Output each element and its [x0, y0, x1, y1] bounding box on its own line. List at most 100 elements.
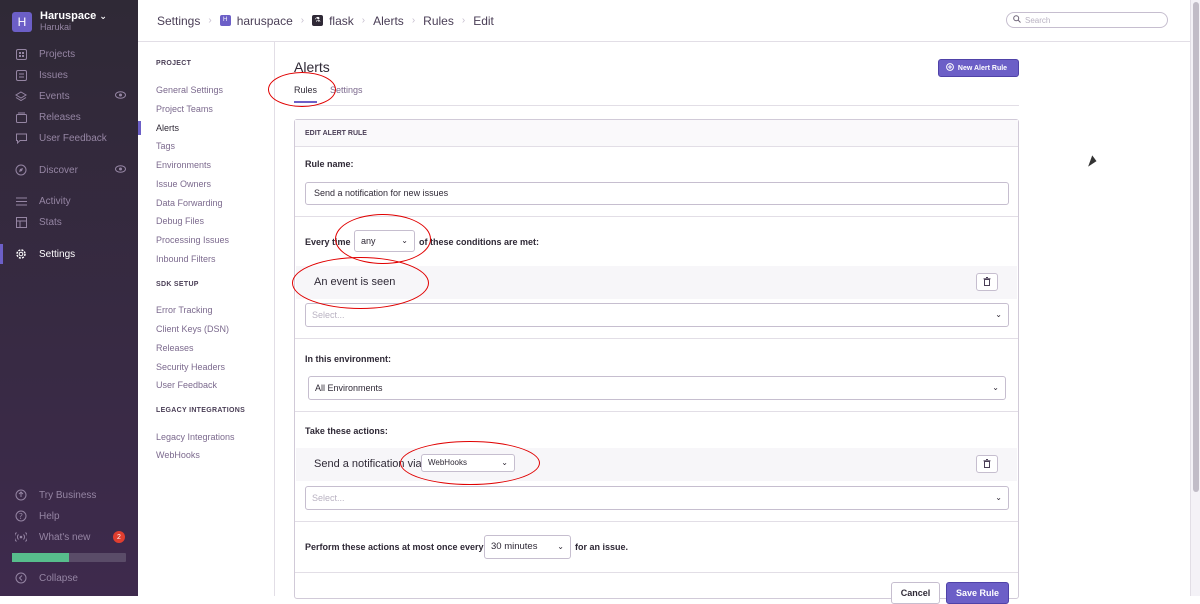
- settings-nav-item[interactable]: Debug Files: [156, 216, 204, 226]
- sidebar-item-label: User Feedback: [39, 132, 107, 144]
- sidebar-item-whats-new[interactable]: What's new 2: [0, 527, 138, 547]
- settings-nav-item[interactable]: Environments: [156, 160, 211, 170]
- settings-nav-item[interactable]: Security Headers: [156, 362, 225, 372]
- action-text: Send a notification via: [314, 458, 422, 470]
- add-condition-select[interactable]: Select... ⌄: [305, 303, 1009, 327]
- add-action-placeholder: Select...: [312, 493, 345, 503]
- settings-nav-item[interactable]: WebHooks: [156, 450, 200, 460]
- sidebar-item-settings[interactable]: Settings: [0, 244, 138, 264]
- settings-nav-item[interactable]: Data Forwarding: [156, 198, 223, 208]
- sidebar-item-projects[interactable]: Projects: [0, 44, 138, 64]
- mouse-cursor-icon: [1088, 155, 1098, 169]
- panel-header: EDIT ALERT RULE: [295, 120, 1018, 147]
- breadcrumb-rules[interactable]: Rules: [423, 14, 454, 28]
- help-icon: ?: [15, 510, 27, 522]
- settings-nav-item[interactable]: Project Teams: [156, 104, 213, 114]
- chevron-right-icon: ›: [208, 15, 212, 26]
- settings-nav: PROJECT General Settings Project Teams A…: [137, 42, 275, 596]
- sidebar-item-events[interactable]: Events: [0, 86, 138, 106]
- settings-nav-item[interactable]: Releases: [156, 343, 194, 353]
- scroll-thumb[interactable]: [1193, 2, 1199, 492]
- sidebar-item-releases[interactable]: Releases: [0, 107, 138, 127]
- rule-name-input[interactable]: Send a notification for new issues: [305, 182, 1009, 205]
- new-alert-rule-label: New Alert Rule: [957, 64, 1008, 72]
- chevron-down-icon: ⌄: [995, 493, 1002, 502]
- add-action-select[interactable]: Select... ⌄: [305, 486, 1009, 510]
- every-time-label: Every time: [305, 237, 351, 247]
- action-row: Send a notification via WebHooks ⌄: [296, 448, 1017, 481]
- new-alert-rule-button[interactable]: New Alert Rule: [938, 59, 1019, 77]
- eye-icon[interactable]: [115, 90, 126, 102]
- discover-icon: [15, 164, 27, 176]
- save-rule-button[interactable]: Save Rule: [946, 582, 1009, 604]
- settings-icon: [15, 248, 27, 260]
- chevron-right-icon: ›: [461, 15, 466, 26]
- search-placeholder: Search: [1025, 15, 1051, 25]
- user-feedback-icon: [15, 132, 27, 144]
- settings-nav-item[interactable]: User Feedback: [156, 380, 217, 390]
- breadcrumb-alerts[interactable]: Alerts: [373, 14, 404, 28]
- issues-icon: [15, 69, 27, 81]
- sidebar-item-collapse[interactable]: Collapse: [0, 568, 138, 588]
- chevron-right-icon: ›: [300, 15, 305, 26]
- org-switcher[interactable]: H Haruspace ⌄ Harukai: [12, 10, 107, 33]
- org-name: Haruspace: [40, 10, 97, 22]
- business-icon: [15, 489, 27, 501]
- trial-progress-fill: [12, 553, 69, 562]
- frequency-select[interactable]: 30 minutes ⌄: [484, 535, 571, 559]
- action-service-select[interactable]: WebHooks ⌄: [421, 454, 515, 472]
- sidebar-item-label: Help: [39, 510, 60, 522]
- edit-alert-rule-panel: EDIT ALERT RULE Rule name: Send a notifi…: [294, 119, 1019, 604]
- chevron-down-icon: ⌄: [99, 11, 107, 21]
- breadcrumb-settings[interactable]: Settings: [157, 14, 200, 28]
- frequency-value: 30 minutes: [491, 541, 538, 552]
- events-icon: [15, 90, 27, 102]
- tab-rules[interactable]: Rules: [294, 85, 318, 103]
- eye-icon[interactable]: [115, 164, 126, 176]
- condition-row: An event is seen: [296, 266, 1017, 299]
- search-icon: [1013, 15, 1021, 25]
- breadcrumb-org[interactable]: haruspace: [237, 14, 293, 28]
- breadcrumb-edit: Edit: [473, 13, 494, 28]
- settings-nav-item[interactable]: Error Tracking: [156, 305, 213, 315]
- conditions-suffix-label: of these conditions are met:: [419, 237, 540, 247]
- frequency-prefix-label: Perform these actions at most once every: [305, 542, 484, 552]
- match-select[interactable]: any ⌄: [354, 230, 415, 252]
- sidebar-item-label: Discover: [39, 164, 78, 176]
- stats-icon: [15, 216, 27, 228]
- sidebar-item-user-feedback[interactable]: User Feedback: [0, 128, 138, 148]
- settings-nav-item[interactable]: Tags: [156, 141, 175, 151]
- settings-nav-item[interactable]: Client Keys (DSN): [156, 324, 229, 334]
- divider: [295, 338, 1018, 339]
- breadcrumb-project[interactable]: flask: [329, 14, 354, 28]
- settings-nav-item[interactable]: Processing Issues: [156, 235, 229, 245]
- search-input[interactable]: Search: [1006, 12, 1168, 28]
- delete-condition-button[interactable]: [976, 273, 998, 291]
- cancel-button[interactable]: Cancel: [891, 582, 940, 604]
- delete-action-button[interactable]: [976, 455, 998, 473]
- settings-nav-item[interactable]: Inbound Filters: [156, 254, 216, 264]
- sidebar: H Haruspace ⌄ Harukai Projects Issues Ev…: [0, 0, 138, 596]
- settings-nav-item[interactable]: Issue Owners: [156, 179, 211, 189]
- sidebar-item-try-business[interactable]: Try Business: [0, 485, 138, 505]
- page-scrollbar[interactable]: [1190, 0, 1200, 596]
- environment-select[interactable]: All Environments ⌄: [308, 376, 1006, 400]
- sidebar-item-help[interactable]: ? Help: [0, 506, 138, 526]
- projects-icon: [15, 48, 27, 60]
- divider: [295, 411, 1018, 412]
- sidebar-item-label: Activity: [39, 195, 71, 207]
- page-title: Alerts: [294, 59, 330, 75]
- sidebar-item-issues[interactable]: Issues: [0, 65, 138, 85]
- tab-settings[interactable]: Settings: [330, 85, 363, 95]
- trash-icon: [983, 458, 991, 470]
- sidebar-item-label: Stats: [39, 216, 62, 228]
- sidebar-item-label: Settings: [39, 248, 76, 260]
- settings-nav-item[interactable]: General Settings: [156, 85, 223, 95]
- sidebar-item-stats[interactable]: Stats: [0, 212, 138, 232]
- sidebar-item-discover[interactable]: Discover: [0, 160, 138, 180]
- breadcrumb: Settings › H haruspace › ⚗ flask › Alert…: [138, 0, 1190, 42]
- settings-nav-item-active[interactable]: Alerts: [137, 121, 179, 135]
- settings-nav-item[interactable]: Legacy Integrations: [156, 432, 235, 442]
- sidebar-item-activity[interactable]: Activity: [0, 191, 138, 211]
- settings-nav-heading: LEGACY INTEGRATIONS: [156, 407, 246, 414]
